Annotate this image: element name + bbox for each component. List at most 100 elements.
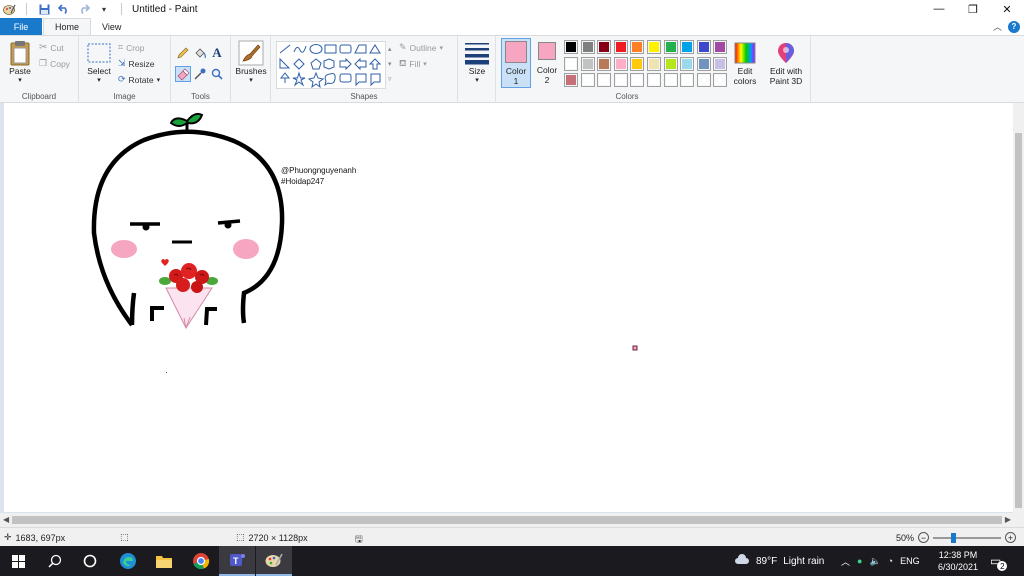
select-button[interactable]: Select ▾ [85,40,113,84]
help-icon[interactable]: ? [1008,20,1020,33]
palette-swatch[interactable] [564,40,578,54]
undo-icon[interactable] [57,2,71,16]
palette-swatch[interactable] [564,73,578,87]
vertical-scroll-thumb[interactable] [1015,133,1022,508]
paste-button[interactable]: Paste ▾ [6,40,34,84]
zoom-slider-thumb[interactable] [951,532,957,543]
clock[interactable]: 12:38 PM 6/30/2021 [938,546,978,576]
palette-swatch[interactable] [713,40,728,54]
palette-swatch[interactable] [630,40,645,54]
color-picker-icon[interactable] [192,66,208,82]
edit-with-paint3d-button[interactable]: Edit with Paint 3D [764,40,808,86]
horizontal-scroll-thumb[interactable] [12,516,1002,524]
palette-swatch[interactable] [630,56,645,71]
paint-taskbar-button[interactable] [256,546,292,576]
crop-button[interactable]: ⌗ Crop [118,42,145,53]
zoom-in-icon[interactable]: + [1005,532,1017,543]
palette-swatch[interactable] [580,73,595,87]
rotate-dropdown-icon[interactable]: ▾ [157,76,161,84]
eraser-icon[interactable] [175,66,191,82]
palette-swatch[interactable] [630,73,645,87]
close-button[interactable]: ✕ [990,0,1024,18]
chrome-taskbar-button[interactable] [183,546,219,576]
palette-swatch-color [715,58,726,69]
palette-swatch[interactable] [613,40,628,54]
scroll-left-icon[interactable]: ◀ [3,515,9,524]
fill-button[interactable]: ⛾ Fill ▾ [399,58,427,70]
weather-widget[interactable]: 89°F Light rain [734,546,824,576]
restore-button[interactable]: ❐ [956,0,990,18]
start-button[interactable] [0,546,36,576]
copy-button[interactable]: ❐ Copy [39,58,70,69]
brushes-dropdown-icon[interactable]: ▾ [249,76,253,84]
tab-home[interactable]: Home [43,18,92,35]
drawing-canvas[interactable]: @Phuongnguyenanh #Hoidap247 [4,103,1013,512]
fill-bucket-icon[interactable] [192,45,208,61]
file-explorer-taskbar-button[interactable] [146,546,182,576]
minimize-button[interactable]: — [922,0,956,18]
input-language[interactable]: ENG [900,556,920,566]
network-status-icon[interactable]: ● [857,556,862,566]
edit-colors-icon [732,40,758,66]
cut-button[interactable]: ✂ Cut [39,42,64,53]
volume-icon[interactable]: 🔈 [869,556,880,567]
palette-swatch[interactable] [696,73,711,87]
palette-swatch[interactable] [680,73,695,87]
shapes-scroll-icon[interactable]: ▴ ▾ ▿ [388,42,392,87]
palette-swatch[interactable] [663,56,678,71]
pencil-icon[interactable] [175,45,191,61]
palette-swatch[interactable] [696,56,711,71]
search-button[interactable] [37,546,73,576]
rotate-button[interactable]: ⟳ Rotate ▾ [118,74,160,85]
vertical-scrollbar[interactable] [1013,103,1024,513]
palette-swatch[interactable] [597,56,612,71]
edit-colors-button[interactable]: Edit colors [732,40,758,86]
palette-swatch[interactable] [647,56,661,71]
palette-swatch[interactable] [613,56,628,71]
tab-view[interactable]: View [91,18,132,35]
magnifier-icon[interactable] [209,66,225,82]
palette-swatch[interactable] [680,40,695,54]
zoom-out-icon[interactable]: − [918,532,930,543]
palette-swatch[interactable] [597,73,612,87]
palette-swatch[interactable] [597,40,612,54]
paste-dropdown-icon[interactable]: ▾ [18,76,22,84]
palette-swatch[interactable] [663,40,678,54]
collapse-ribbon-icon[interactable]: ︿ [993,20,1002,33]
size-dropdown-icon[interactable]: ▾ [475,76,479,84]
brush-icon [238,40,264,66]
color1-button[interactable]: Color 1 [501,38,531,88]
tab-file[interactable]: File [0,18,42,35]
edge-taskbar-button[interactable] [110,546,146,576]
palette-swatch[interactable] [564,56,578,71]
palette-swatch[interactable] [663,73,678,87]
zoom-slider[interactable] [933,532,1002,543]
palette-swatch[interactable] [647,73,661,87]
select-dropdown-icon[interactable]: ▾ [97,76,101,84]
horizontal-scrollbar[interactable]: ◀ ▶ [0,513,1024,527]
text-tool-icon[interactable]: A [209,45,225,61]
palette-swatch[interactable] [580,40,595,54]
resize-button[interactable]: ⇲ Resize [118,58,155,69]
palette-swatch[interactable] [613,73,628,87]
shapes-gallery-icons[interactable] [277,42,387,90]
color2-button[interactable]: Color 2 [534,40,560,85]
wifi-icon[interactable]: ◔ [888,556,893,566]
palette-swatch[interactable] [696,40,711,54]
save-icon[interactable] [37,2,51,16]
show-hidden-icons-icon[interactable]: ︿ [841,555,850,568]
palette-swatch[interactable] [713,73,728,87]
size-button[interactable]: Size ▾ [462,40,492,84]
redo-icon[interactable] [77,2,91,16]
outline-button[interactable]: ✎ Outline ▾ [399,42,443,53]
customize-quick-access-icon[interactable]: ▾ [97,2,111,16]
scroll-right-icon[interactable]: ▶ [1005,515,1011,524]
palette-swatch[interactable] [647,40,661,54]
palette-swatch[interactable] [680,56,695,71]
cortana-button[interactable] [72,546,108,576]
palette-swatch[interactable] [580,56,595,71]
notification-center-button[interactable]: ▭ 2 [990,546,1008,576]
teams-taskbar-button[interactable]: T [219,546,255,576]
palette-swatch[interactable] [713,56,728,71]
brushes-button[interactable]: Brushes ▾ [235,40,267,84]
